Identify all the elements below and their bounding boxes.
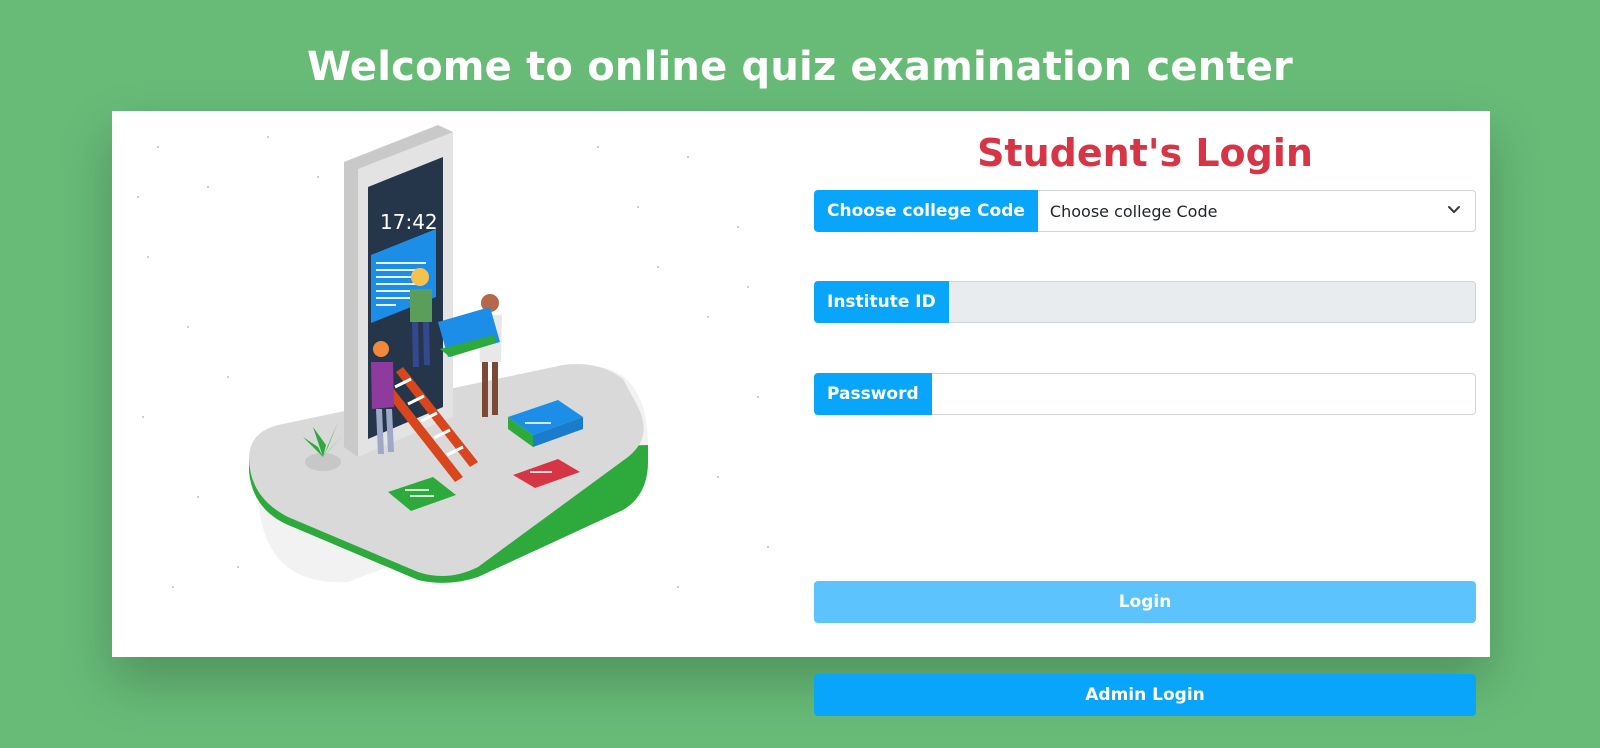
college-code-label: Choose college Code bbox=[814, 190, 1038, 232]
admin-login-button[interactable]: Admin Login bbox=[814, 674, 1476, 716]
login-button[interactable]: Login bbox=[814, 581, 1476, 623]
college-code-select[interactable]: Choose college Code bbox=[1037, 190, 1476, 232]
quiz-illustration: 17:42 bbox=[118, 117, 790, 617]
password-group: Password bbox=[814, 373, 1476, 415]
password-label: Password bbox=[814, 373, 932, 415]
institute-id-label: Institute ID bbox=[814, 281, 949, 323]
login-card: 17:42 Student's Login Choose college Cod… bbox=[112, 111, 1490, 716]
college-code-selected: Choose college Code bbox=[1049, 201, 1218, 221]
institute-id-input[interactable] bbox=[948, 281, 1476, 323]
isometric-phone-illustration: 17:42 bbox=[137, 125, 769, 588]
login-title: Student's Login bbox=[977, 131, 1313, 175]
phone-time-text: 17:42 bbox=[380, 210, 438, 234]
chevron-down-icon bbox=[1448, 206, 1460, 213]
institute-id-group: Institute ID bbox=[814, 281, 1476, 323]
password-input[interactable] bbox=[931, 373, 1476, 415]
college-code-group: Choose college Code Choose college Code bbox=[814, 190, 1476, 232]
login-form: Student's Login Choose college Code Choo… bbox=[814, 111, 1476, 716]
page-title: Welcome to online quiz examination cente… bbox=[307, 44, 1293, 90]
